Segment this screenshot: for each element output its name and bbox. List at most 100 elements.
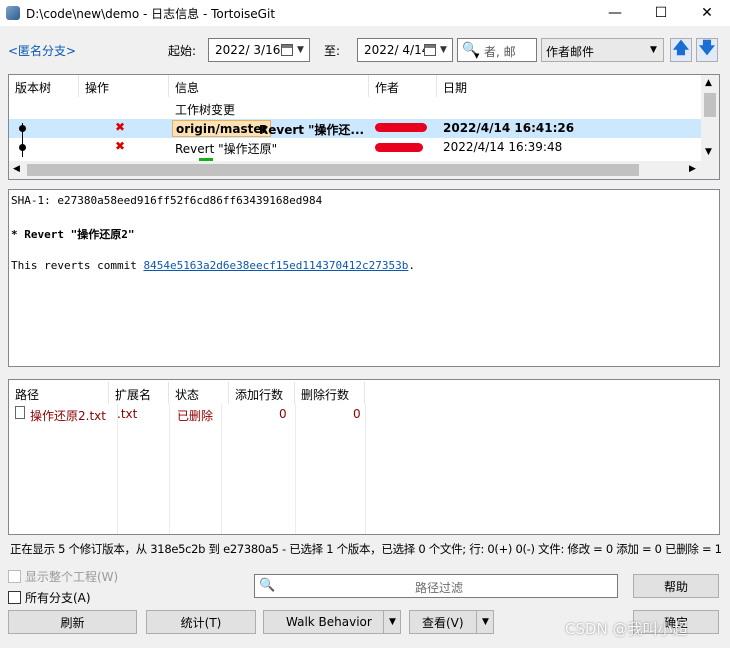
search-input[interactable]: 🔍 ▼ 者, 邮	[457, 38, 537, 62]
column-divider	[221, 404, 222, 534]
from-date-value: 2022/ 3/16	[215, 43, 281, 57]
calendar-icon	[281, 44, 293, 56]
log-row-selected[interactable]: ✖ origin/master Revert "操作还... 2022/4/14…	[9, 119, 701, 138]
log-row-working-tree[interactable]: 工作树变更	[9, 99, 701, 118]
maximize-button[interactable]: ☐	[638, 0, 684, 26]
status-text: 正在显示 5 个修订版本，从 318e5c2b 到 e27380a5 - 已选择…	[10, 542, 722, 556]
scroll-thumb[interactable]	[704, 93, 716, 117]
path-filter-input[interactable]: 🔍 路径过滤	[254, 574, 618, 598]
scroll-down-icon[interactable]: ▼	[705, 147, 712, 157]
arrow-down-icon: 🡇	[698, 37, 716, 57]
filter-field-select[interactable]: 作者邮件 ▼	[541, 38, 664, 62]
commit-body: This reverts commit 8454e5163a2d6e38eecf…	[11, 259, 415, 272]
column-header-actions[interactable]: 操作	[79, 75, 169, 97]
to-date-picker[interactable]: 2022/ 4/14 ▼	[357, 38, 453, 62]
scroll-left-icon[interactable]: ◀	[13, 164, 20, 174]
file-lines-removed: 0	[353, 407, 361, 421]
help-button[interactable]: 帮助	[633, 574, 719, 598]
graph-line	[22, 123, 23, 157]
log-row-date: 2022/4/14 16:39:48	[443, 140, 563, 154]
log-row-message: 工作树变更	[175, 103, 236, 117]
commit-subject: * Revert "操作还原2"	[11, 228, 135, 241]
column-divider	[365, 404, 366, 534]
deleted-file-icon: ✖	[115, 139, 126, 153]
to-label: 至:	[324, 44, 341, 58]
calendar-icon	[424, 44, 436, 56]
branch-link[interactable]: <匿名分支>	[8, 42, 76, 59]
statistics-button[interactable]: 统计(T)	[146, 610, 256, 634]
scroll-thumb[interactable]	[27, 164, 639, 176]
walk-behavior-button[interactable]: Walk Behavior ▼	[263, 610, 401, 634]
chevron-down-icon[interactable]: ▼	[476, 611, 494, 633]
filter-field-value: 作者邮件	[546, 45, 595, 59]
search-icon: 🔍	[259, 578, 276, 593]
column-header-path[interactable]: 路径	[9, 382, 109, 404]
from-label: 起始:	[168, 44, 197, 58]
scroll-right-icon[interactable]: ▶	[689, 164, 696, 174]
show-whole-project-checkbox[interactable]: 显示整个工程(W)	[8, 568, 118, 585]
log-row-message: Revert "操作还...	[259, 123, 365, 137]
column-header-message[interactable]: 信息	[169, 75, 369, 97]
column-header-date[interactable]: 日期	[437, 75, 701, 97]
chevron-down-icon: ▼	[650, 45, 657, 55]
file-extension: .txt	[117, 407, 138, 421]
close-button[interactable]: ✕	[684, 0, 730, 26]
chevron-down-icon: ▼	[440, 45, 447, 55]
file-status: 已删除	[177, 409, 214, 423]
file-lines-added: 0	[279, 407, 287, 421]
arrow-up-icon: 🡅	[672, 37, 690, 57]
title-bar: D:\code\new\demo - 日志信息 - TortoiseGit — …	[0, 0, 730, 26]
chevron-down-icon[interactable]: ▼	[383, 611, 401, 633]
view-button[interactable]: 查看(V) ▼	[409, 610, 494, 634]
column-divider	[169, 404, 170, 534]
scroll-up-icon[interactable]: ▲	[705, 78, 712, 88]
column-header-author[interactable]: 作者	[369, 75, 437, 97]
search-placeholder: 者, 邮	[484, 45, 516, 59]
file-path: 操作还原2.txt	[30, 409, 106, 423]
column-header-lines-removed[interactable]: 删除行数	[295, 382, 365, 404]
reverted-commit-link[interactable]: 8454e5163a2d6e38eecf15ed114370412c27353b	[143, 259, 408, 272]
commit-body-prefix: This reverts commit	[11, 259, 144, 272]
commit-sha: SHA-1: e27380a58eed916ff52f6cd86ff634391…	[11, 194, 323, 207]
show-whole-project-label: 显示整个工程(W)	[25, 570, 119, 584]
column-header-lines-added[interactable]: 添加行数	[229, 382, 295, 404]
checkbox-box	[8, 570, 21, 583]
log-list[interactable]: 版本树 操作 信息 作者 日期 工作树变更 ✖ origin/master Re…	[8, 74, 720, 180]
log-row[interactable]: ✖ Revert "操作还原" 2022/4/14 16:39:48	[9, 138, 701, 157]
redacted-author	[375, 143, 423, 152]
deleted-file-icon: ✖	[115, 120, 126, 134]
column-header-graph[interactable]: 版本树	[9, 75, 79, 97]
to-date-value: 2022/ 4/14	[364, 43, 430, 57]
from-date-picker[interactable]: 2022/ 3/16 ▼	[208, 38, 310, 62]
path-filter-placeholder: 路径过滤	[415, 581, 464, 595]
refresh-button[interactable]: 刷新	[8, 610, 137, 634]
window-title: D:\code\new\demo - 日志信息 - TortoiseGit	[26, 7, 276, 21]
log-list-horizontal-scrollbar[interactable]: ◀ ▶	[9, 161, 719, 179]
all-branches-checkbox[interactable]: 所有分支(A)	[8, 589, 91, 606]
next-page-button[interactable]: 🡇	[696, 38, 718, 62]
column-header-extension[interactable]: 扩展名	[109, 382, 169, 404]
commit-message-pane[interactable]: SHA-1: e27380a58eed916ff52f6cd86ff634391…	[8, 189, 720, 367]
file-row[interactable]: 操作还原2.txt .txt 已删除 0 0	[9, 405, 369, 423]
all-branches-label: 所有分支(A)	[25, 591, 91, 605]
changed-files-list[interactable]: 路径 扩展名 状态 添加行数 删除行数 操作还原2.txt .txt 已删除 0…	[8, 379, 720, 535]
view-label: 查看(V)	[422, 615, 464, 630]
column-header-status[interactable]: 状态	[169, 382, 229, 404]
commit-body-suffix: .	[408, 259, 415, 272]
search-dropdown-icon[interactable]: ▼	[474, 52, 479, 60]
watermark: CSDN @我叫小超	[565, 620, 688, 638]
ref-label-origin-master: origin/master	[172, 120, 272, 137]
text-file-icon	[15, 406, 25, 419]
log-list-vertical-scrollbar[interactable]: ▲ ▼	[701, 75, 719, 161]
walk-behavior-label: Walk Behavior	[286, 615, 372, 629]
column-divider	[295, 404, 296, 534]
log-row-date: 2022/4/14 16:41:26	[443, 121, 575, 135]
log-row-message: Revert "操作还原"	[175, 142, 278, 156]
chevron-down-icon: ▼	[297, 45, 304, 55]
column-divider	[117, 404, 118, 534]
minimize-button[interactable]: —	[592, 0, 638, 26]
checkbox-box	[8, 591, 21, 604]
previous-page-button[interactable]: 🡅	[670, 38, 692, 62]
redacted-author	[375, 123, 427, 132]
tortoisegit-app-icon	[6, 6, 20, 20]
